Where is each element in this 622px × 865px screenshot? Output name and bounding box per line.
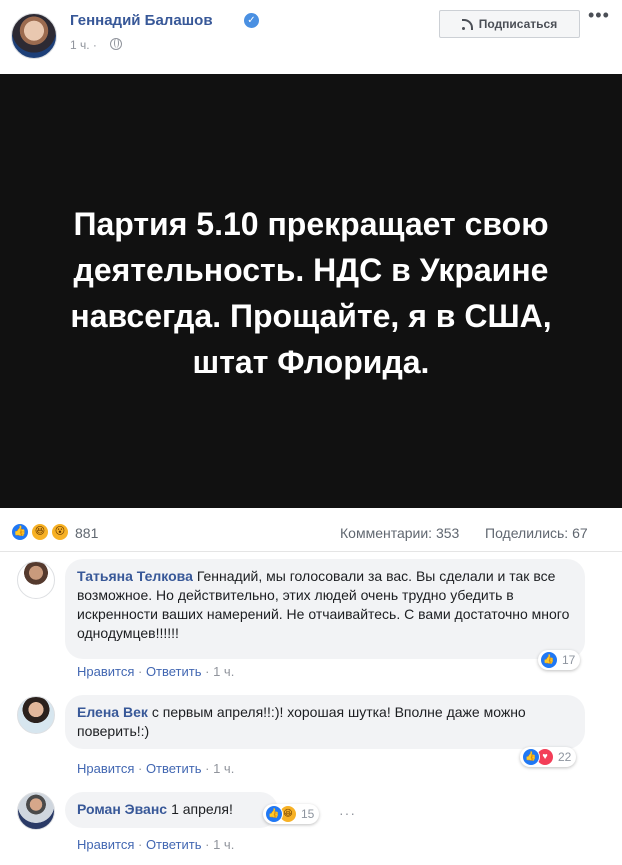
comment-reactions-count: 17 (562, 653, 576, 667)
globe-icon (110, 38, 122, 50)
stats-bar: 👍 😆 😮 881 Комментарии: 353 Поделились: 6… (0, 508, 622, 552)
commenter-avatar[interactable] (17, 696, 55, 734)
post-image[interactable]: Партия 5.10 прекращает свою деятельность… (0, 74, 622, 508)
like-icon: 👍 (522, 748, 540, 766)
wow-icon: 😮 (50, 522, 70, 542)
comment-reactions[interactable]: 👍 ♥ 22 (520, 747, 577, 767)
haha-icon: 😆 (30, 522, 50, 542)
comment-actions: Нравится · Ответить · 1 ч. (77, 761, 235, 776)
comment-bubble: Татьяна Телкова Геннадий, мы голосовали з… (65, 559, 585, 659)
commenter-name[interactable]: Елена Век (77, 704, 148, 720)
reactions-count[interactable]: 881 (75, 525, 98, 541)
reply-link[interactable]: Ответить (146, 837, 202, 852)
comment-bubble: Елена Век с первым апреля!!:)! хорошая шу… (65, 695, 585, 749)
like-icon: 👍 (265, 805, 283, 823)
like-icon: 👍 (10, 522, 30, 542)
like-icon: 👍 (540, 651, 558, 669)
subscribe-button[interactable]: Подписаться (439, 10, 580, 38)
comment-actions: Нравится · Ответить · 1 ч. (77, 837, 235, 852)
comment-options-icon[interactable]: ··· (339, 805, 356, 821)
rss-icon (461, 18, 473, 30)
comment-reactions[interactable]: 👍 😆 15 (263, 804, 320, 824)
comment-bubble: Роман Эванс 1 апреля! (65, 792, 278, 828)
more-options-icon[interactable]: ••• (588, 6, 612, 24)
comments-count[interactable]: Комментарии: 353 (340, 525, 459, 541)
comment-time[interactable]: 1 ч. (213, 664, 234, 679)
comment-time[interactable]: 1 ч. (213, 837, 234, 852)
comment-time[interactable]: 1 ч. (213, 761, 234, 776)
comment-reactions-count: 22 (558, 750, 572, 764)
commenter-name[interactable]: Роман Эванс (77, 801, 167, 817)
comment-reactions[interactable]: 👍 17 (538, 650, 581, 670)
subscribe-label: Подписаться (478, 17, 558, 31)
author-avatar[interactable] (11, 13, 57, 59)
comment-text: 1 апреля! (171, 801, 233, 817)
post-image-text: Партия 5.10 прекращает свою деятельность… (70, 206, 552, 380)
reply-link[interactable]: Ответить (146, 664, 202, 679)
shares-count[interactable]: Поделились: 67 (485, 525, 588, 541)
like-link[interactable]: Нравится (77, 664, 134, 679)
post-time[interactable]: 1 ч. · (70, 38, 97, 52)
like-link[interactable]: Нравится (77, 837, 134, 852)
reply-link[interactable]: Ответить (146, 761, 202, 776)
verified-icon: ✓ (244, 13, 259, 28)
like-link[interactable]: Нравится (77, 761, 134, 776)
commenter-avatar[interactable] (17, 792, 55, 830)
comment-actions: Нравится · Ответить · 1 ч. (77, 664, 235, 679)
author-name[interactable]: Геннадий Балашов (70, 12, 213, 29)
comment-reactions-count: 15 (301, 807, 315, 821)
post-header: Геннадий Балашов ✓ 1 ч. · Подписаться ••… (0, 0, 622, 74)
commenter-avatar[interactable] (17, 561, 55, 599)
commenter-name[interactable]: Татьяна Телкова (77, 568, 193, 584)
